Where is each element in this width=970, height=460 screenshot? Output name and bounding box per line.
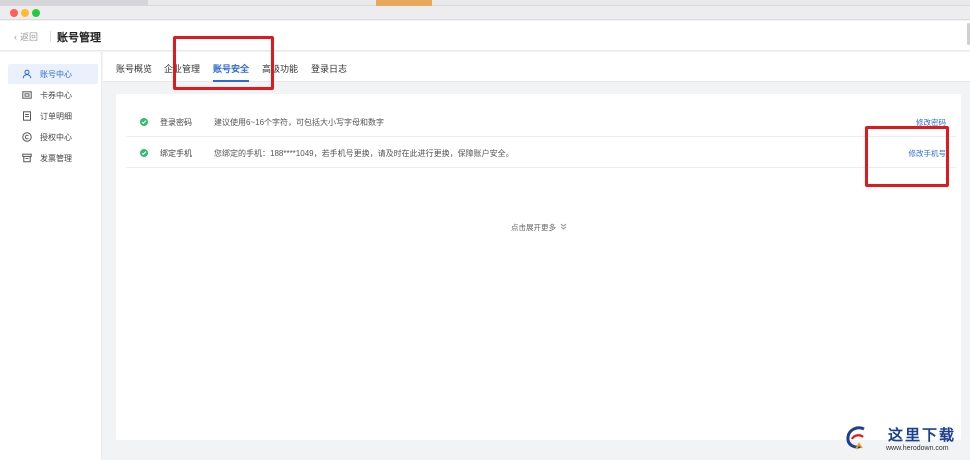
expand-more-button[interactable]: 点击展开更多 xyxy=(511,222,567,233)
annotation-box-change-phone xyxy=(865,126,949,187)
ticket-icon xyxy=(22,90,32,100)
double-chevron-down-icon xyxy=(560,223,567,232)
security-row-description: 建议使用6~16个字符，可包括大小写字母和数字 xyxy=(214,118,385,127)
watermark-url: www.herodown.com xyxy=(886,445,949,452)
maximize-window-button[interactable] xyxy=(32,9,40,17)
minimize-window-button[interactable] xyxy=(21,9,29,17)
invoice-icon xyxy=(22,153,32,163)
security-row-password: 登录密码 建议使用6~16个字符，可包括大小写字母和数字 修改密码 xyxy=(126,107,956,137)
document-icon xyxy=(22,111,32,121)
swirl-logo-icon xyxy=(842,423,872,453)
copyright-icon xyxy=(22,132,32,142)
back-button[interactable]: ‹ 返回 xyxy=(14,30,38,43)
app-header: ‹ 返回 账号管理 xyxy=(0,21,970,51)
main-content: 账号概览 企业管理 账号安全 高级功能 登录日志 登录密码 建议使用6~16个字… xyxy=(103,52,970,460)
annotation-box-security-tab xyxy=(173,36,274,90)
sidebar-item-label: 授权中心 xyxy=(40,132,72,142)
back-label: 返回 xyxy=(20,32,39,42)
sidebar-item-label: 订单明细 xyxy=(40,111,72,121)
security-panel: 登录密码 建议使用6~16个字符，可包括大小写字母和数字 修改密码 绑定手机 您… xyxy=(116,94,961,440)
sidebar-item-coupon-center[interactable]: 卡券中心 xyxy=(8,85,98,105)
sidebar-item-invoice-management[interactable]: 发票管理 xyxy=(8,148,98,168)
sidebar-item-label: 账号中心 xyxy=(40,69,72,79)
watermark-title: 这里下载 xyxy=(888,426,957,444)
watermark-logo: 这里下载 www.herodown.com xyxy=(838,421,968,457)
security-row-phone: 绑定手机 您绑定的手机：188****1049，若手机号更换，请及时在此进行更换… xyxy=(126,138,956,168)
page-title: 账号管理 xyxy=(57,32,101,44)
user-icon xyxy=(22,69,32,79)
sidebar-item-order-details[interactable]: 订单明细 xyxy=(8,106,98,126)
window-titlebar xyxy=(0,6,970,20)
sidebar-item-label: 发票管理 xyxy=(40,153,72,163)
security-row-label: 登录密码 xyxy=(160,118,192,127)
chevron-left-icon: ‹ xyxy=(14,31,17,42)
expand-more-label: 点击展开更多 xyxy=(511,223,556,232)
close-window-button[interactable] xyxy=(10,9,18,17)
header-divider xyxy=(50,31,51,42)
security-row-label: 绑定手机 xyxy=(160,149,192,158)
tab-account-overview[interactable]: 账号概览 xyxy=(116,62,152,82)
sidebar-item-account-center[interactable]: 账号中心 xyxy=(8,64,98,84)
sidebar-item-label: 卡券中心 xyxy=(40,90,72,100)
check-circle-icon xyxy=(140,149,148,157)
sidebar-item-authorization-center[interactable]: 授权中心 xyxy=(8,127,98,147)
security-row-description: 您绑定的手机：188****1049，若手机号更换，请及时在此进行更换，保障账户… xyxy=(214,149,514,158)
sidebar: 账号中心 卡券中心 订单明细 授权中心 发票管理 xyxy=(0,52,102,460)
check-circle-icon xyxy=(140,118,148,126)
tab-login-log[interactable]: 登录日志 xyxy=(311,62,347,82)
